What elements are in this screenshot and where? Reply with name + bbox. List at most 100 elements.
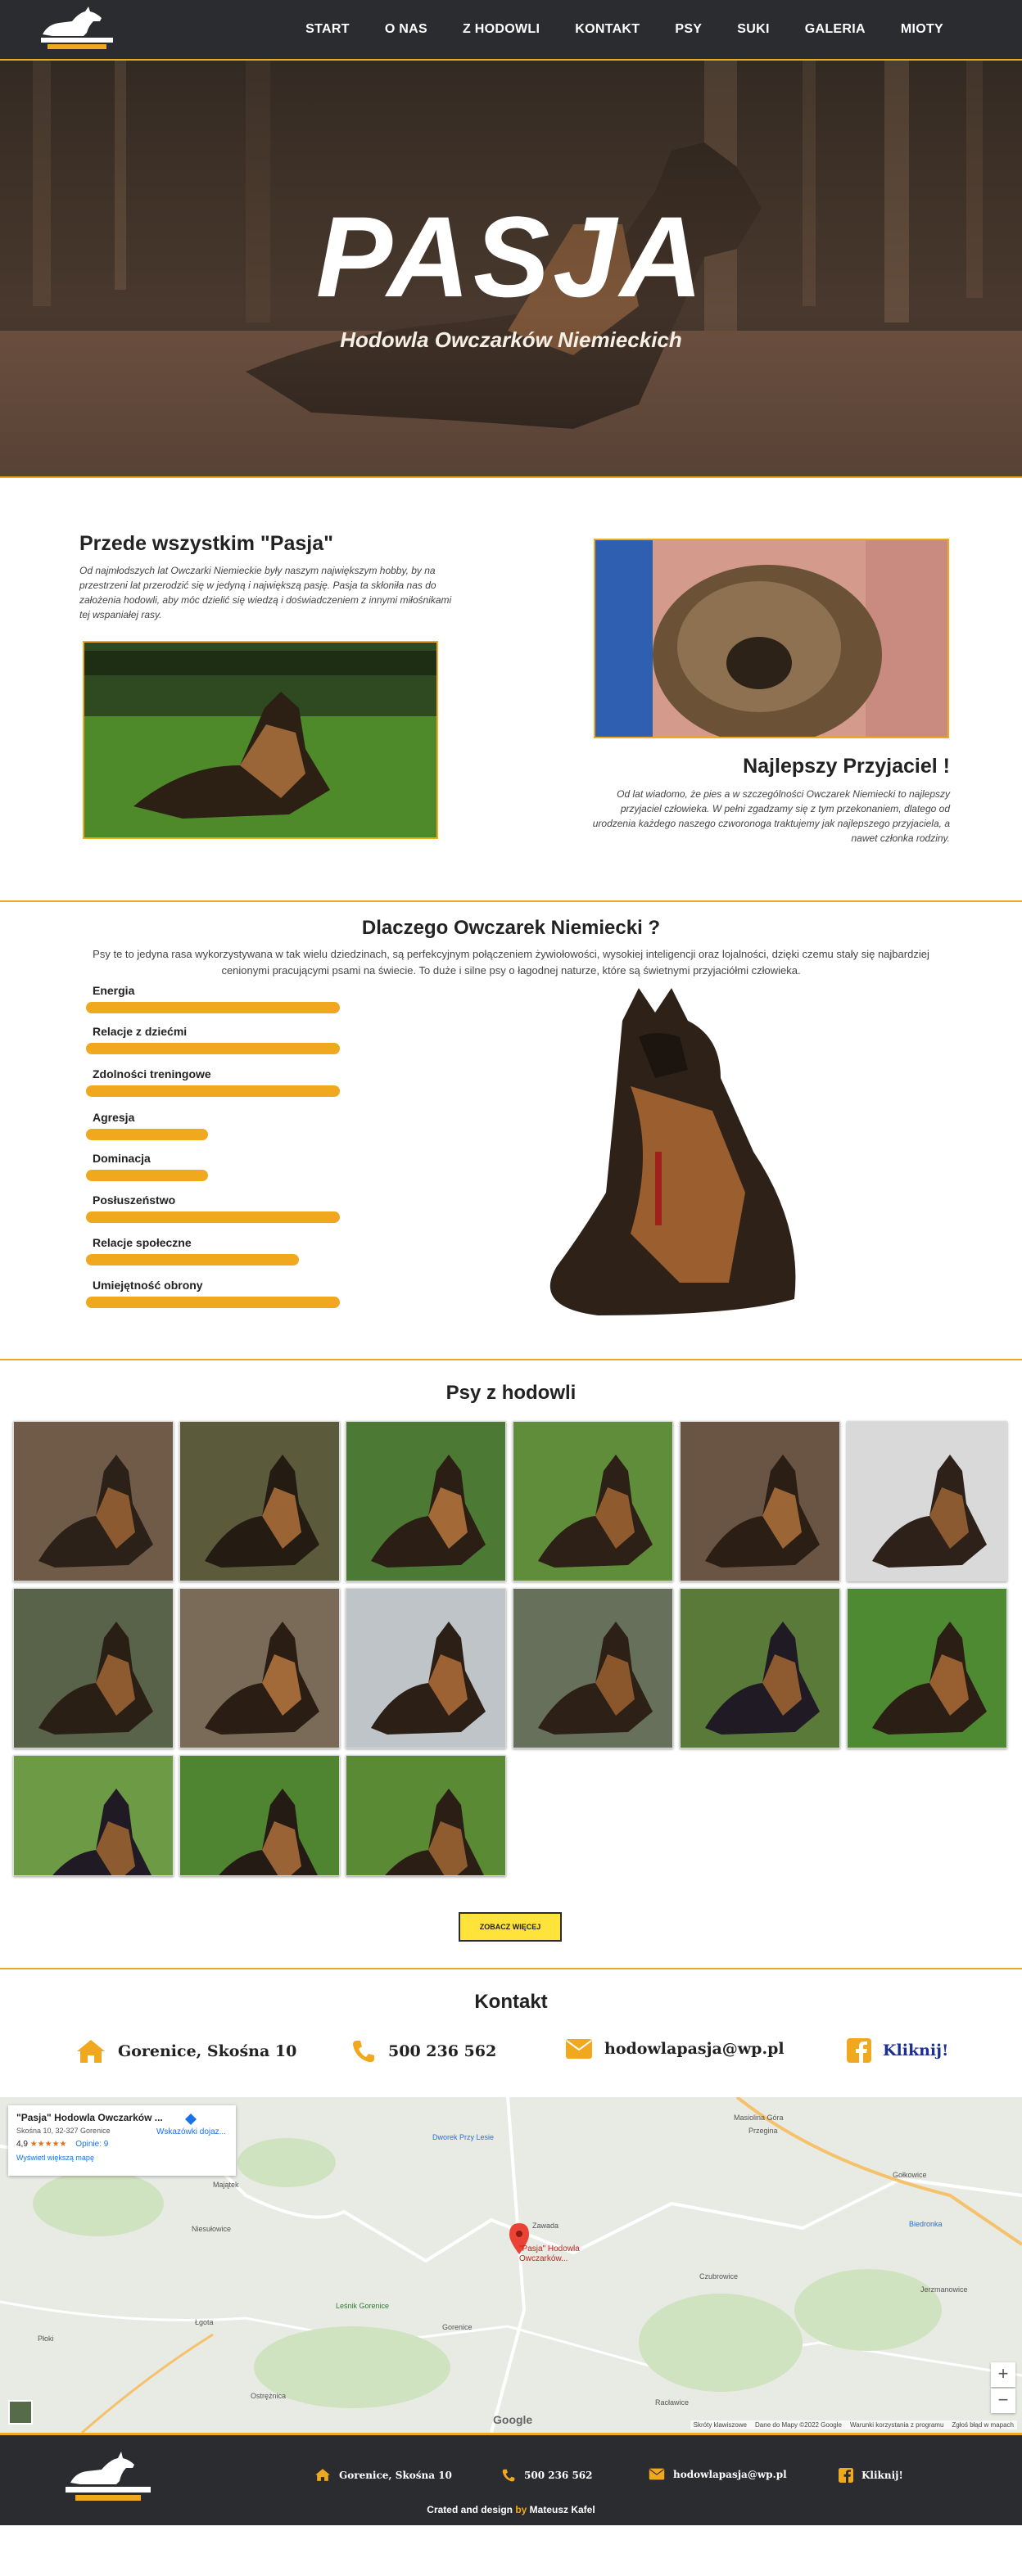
gallery-thumbnail[interactable] [179, 1588, 340, 1748]
home-icon [77, 2040, 105, 2063]
contact-facebook-text: Kliknij! [883, 2041, 949, 2059]
phone-icon [353, 2041, 374, 2063]
map-place: Majątek [213, 2181, 239, 2189]
nav-kontakt[interactable]: KONTAKT [575, 22, 640, 37]
puppy-image [594, 539, 949, 738]
skill-label: Posłuszeństwo [93, 1193, 176, 1207]
map-place: Leśnik Gorenice [336, 2302, 390, 2310]
contact-facebook[interactable]: Kliknij! [847, 2038, 948, 2063]
map-view-larger-link[interactable]: Wyświetl większą mapę [16, 2154, 228, 2162]
phone-icon [502, 2469, 515, 2482]
map-place: Płoki [38, 2335, 54, 2343]
contact-phone[interactable]: 500 236 562 [350, 2038, 496, 2064]
navbar: START O NAS Z HODOWLI KONTAKT PSY SUKI G… [0, 0, 1022, 59]
skill-item: Agresja [86, 1111, 348, 1140]
sitting-dog-image [532, 988, 852, 1332]
zoom-out-button[interactable]: − [991, 2389, 1015, 2413]
why-title: Dlaczego Owczarek Niemiecki ? [361, 917, 661, 939]
gallery-thumbnail[interactable] [346, 1421, 506, 1581]
footer-facebook-text: Kliknij! [861, 2470, 903, 2481]
skill-item: Zdolności treningowe [86, 1067, 348, 1097]
credit: Crated and design by Mateusz Kafel [0, 2504, 1022, 2515]
gallery-thumbnail[interactable] [513, 1421, 673, 1581]
about-right-title: Najlepszy Przyjaciel ! [743, 755, 950, 778]
contact-address: Gorenice, Skośna 10 [75, 2038, 296, 2064]
gallery-thumbnail[interactable] [847, 1588, 1007, 1748]
gallery-thumbnail[interactable] [13, 1755, 174, 1876]
map-directions-link[interactable]: Wskazówki dojaz... [156, 2114, 226, 2136]
zoom-in-button[interactable]: + [991, 2362, 1015, 2387]
map-card-reviews-link[interactable]: Opinie: 9 [75, 2140, 108, 2149]
map-shortcuts-link[interactable]: Skróty klawiszowe [694, 2421, 747, 2429]
skill-bar [86, 1129, 208, 1140]
facebook-icon [847, 2038, 871, 2063]
about-section: Przede wszystkim "Pasja" Od najmłodszych… [0, 478, 1022, 900]
gallery-thumbnail[interactable] [346, 1588, 506, 1748]
footer-logo[interactable] [59, 2448, 157, 2506]
nav-o-nas[interactable]: O NAS [385, 22, 427, 37]
map-place: Gorenice [442, 2323, 473, 2331]
contact-section: Kontakt Gorenice, Skośna 10 500 236 562 … [0, 1969, 1022, 2097]
nav-mioty[interactable]: MIOTY [901, 22, 943, 37]
google-map[interactable]: "Pasja" Hodowla Owczarków ... Skośna 10,… [0, 2097, 1022, 2433]
map-data-credit: Dane do Mapy ©2022 Google [755, 2421, 842, 2429]
skill-bar [86, 1170, 208, 1181]
map-place: Gołkowice [893, 2171, 927, 2179]
map-place: Przegina [748, 2127, 778, 2135]
skill-item: Energia [86, 984, 348, 1013]
gallery-thumbnail[interactable] [847, 1421, 1007, 1581]
skill-bar [86, 1085, 340, 1097]
nav-psy[interactable]: PSY [675, 22, 702, 37]
gallery-thumbnail[interactable] [13, 1588, 174, 1748]
skill-bar [86, 1043, 340, 1054]
about-left-text: Od najmłodszych lat Owczarki Niemieckie … [79, 565, 452, 620]
gallery-thumbnail[interactable] [513, 1588, 673, 1748]
see-more-button[interactable]: ZOBACZ WIĘCEJ [459, 1912, 562, 1942]
hero-banner: PASJA Hodowla Owczarków Niemieckich [0, 61, 1022, 476]
gallery-thumbnail[interactable] [680, 1421, 840, 1581]
directions-icon [185, 2114, 197, 2125]
nav-galeria[interactable]: GALERIA [805, 22, 866, 37]
skill-item: Posłuszeństwo [86, 1193, 348, 1223]
skill-bar [86, 1297, 340, 1308]
map-place: Ostrężnica [251, 2392, 287, 2400]
nav-start[interactable]: START [305, 22, 350, 37]
gallery-thumbnail[interactable] [179, 1755, 340, 1876]
gallery-thumbnail[interactable] [680, 1588, 840, 1748]
street-view-thumbnail[interactable] [8, 2400, 33, 2425]
about-right-text: Od lat wiadomo, że pies a w szczególnośc… [592, 788, 950, 844]
nav-suki[interactable]: SUKI [737, 22, 769, 37]
contact-email[interactable]: hodowlapasja@wp.pl [565, 2038, 785, 2059]
footer-facebook[interactable]: Kliknij! [839, 2468, 903, 2483]
skill-label: Umiejętność obrony [93, 1279, 203, 1292]
skill-bar [86, 1254, 299, 1265]
skill-label: Dominacja [93, 1152, 151, 1165]
envelope-icon [566, 2039, 592, 2059]
map-terms-link[interactable]: Warunki korzystania z programu [850, 2421, 943, 2429]
gallery-title: Psy z hodowli [445, 1382, 577, 1404]
contact-email-text: hodowlapasja@wp.pl [604, 2040, 785, 2058]
google-logo: Google [493, 2413, 533, 2426]
footer-phone[interactable]: 500 236 562 [501, 2468, 593, 2483]
skill-item: Dominacja [86, 1152, 348, 1181]
skill-bar [86, 1002, 340, 1013]
dog-lying-on-grass-image [83, 641, 438, 839]
credit-by: by [512, 2504, 530, 2515]
logo[interactable] [36, 5, 118, 54]
map-place: Dworek Przy Lesie [432, 2133, 495, 2141]
gallery-thumbnail[interactable] [179, 1421, 340, 1581]
map-place: Łgota [195, 2318, 214, 2326]
map-place: Biedronka [909, 2220, 943, 2228]
nav-z-hodowli[interactable]: Z HODOWLI [463, 22, 540, 37]
gallery-thumbnail[interactable] [13, 1421, 174, 1581]
footer: Gorenice, Skośna 10 500 236 562 hodowlap… [0, 2433, 1022, 2525]
map-place: Racławice [655, 2398, 690, 2407]
gallery-section: Psy z hodowli ZOBACZ WIĘCEJ [0, 1360, 1022, 1968]
footer-email[interactable]: hodowlapasja@wp.pl [649, 2468, 787, 2480]
credit-author: Mateusz Kafel [529, 2504, 595, 2515]
map-place: Czubrowice [699, 2272, 739, 2281]
facebook-icon [839, 2468, 853, 2483]
map-report-link[interactable]: Zgłoś błąd w mapach [952, 2421, 1014, 2429]
map-pin-label[interactable]: "Pasja" Hodowla Owczarków... [519, 2244, 593, 2264]
gallery-thumbnail[interactable] [346, 1755, 506, 1876]
